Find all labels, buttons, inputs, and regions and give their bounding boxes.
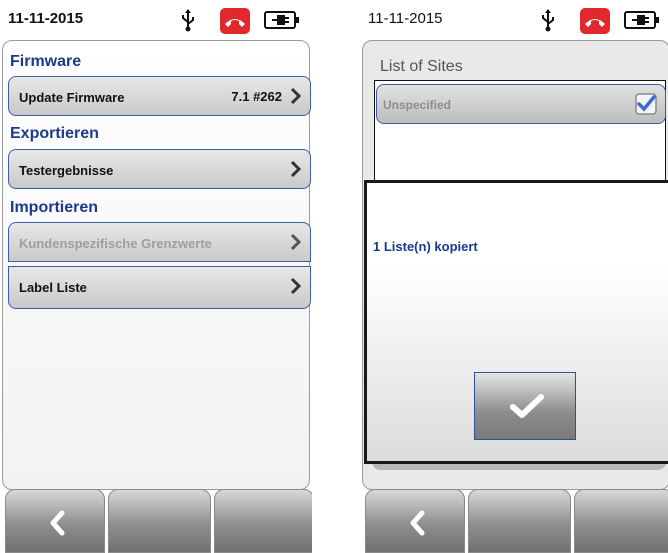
chevron-right-icon — [290, 277, 302, 295]
checkmark-icon — [510, 394, 544, 418]
firmware-screen: 11-11-2015 Firmware Update Firmware 7.1 … — [0, 0, 312, 553]
list-title: List of Sites — [380, 58, 463, 75]
test-results-label: Testergebnisse — [19, 163, 114, 178]
test-results-button[interactable]: Testergebnisse — [8, 149, 311, 189]
checkbox-checked-icon[interactable] — [635, 93, 657, 115]
custom-limits-label: Kundenspezifische Grenzwerte — [19, 236, 212, 251]
chevron-left-icon — [50, 510, 65, 536]
status-date: 11-11-2015 — [368, 10, 443, 27]
status-bar: 11-11-2015 — [360, 0, 668, 38]
usb-icon — [542, 9, 554, 32]
site-row-unspecified[interactable]: Unspecified — [376, 84, 666, 124]
softkey-2[interactable] — [108, 489, 211, 553]
back-button[interactable] — [5, 489, 105, 553]
label-list-label: Label Liste — [19, 280, 87, 295]
softkey-bar — [360, 489, 668, 553]
custom-limits-button[interactable]: Kundenspezifische Grenzwerte — [8, 222, 311, 262]
update-firmware-button[interactable]: Update Firmware 7.1 #262 — [8, 76, 311, 116]
back-button[interactable] — [365, 489, 465, 553]
phone-hangup-icon — [580, 8, 610, 34]
chevron-right-icon — [290, 87, 302, 105]
sites-screen: 11-11-2015 List of Sites Unspecified 1 L… — [360, 0, 668, 553]
chevron-left-icon — [410, 510, 425, 536]
section-export: Exportieren — [10, 125, 99, 142]
softkey-bar — [0, 489, 312, 553]
chevron-right-icon — [290, 160, 302, 178]
softkey-2[interactable] — [468, 489, 571, 553]
section-import: Importieren — [10, 199, 99, 216]
update-firmware-label: Update Firmware — [19, 90, 125, 105]
status-bar: 11-11-2015 — [0, 0, 312, 38]
battery-plug-icon — [624, 11, 659, 29]
softkey-3[interactable] — [574, 489, 668, 553]
battery-plug-icon — [264, 11, 299, 29]
label-list-button[interactable]: Label Liste — [8, 266, 311, 309]
firmware-version: 7.1 #262 — [231, 89, 282, 104]
ok-button[interactable] — [474, 372, 576, 440]
usb-icon — [182, 9, 194, 32]
softkey-3[interactable] — [214, 489, 312, 553]
phone-hangup-icon — [220, 8, 250, 34]
section-firmware: Firmware — [10, 53, 82, 70]
status-date: 11-11-2015 — [8, 10, 84, 27]
copy-confirmation-dialog: 1 Liste(n) kopiert — [364, 180, 668, 464]
chevron-right-icon — [290, 233, 302, 251]
site-label: Unspecified — [383, 98, 452, 112]
dialog-message: 1 Liste(n) kopiert — [373, 239, 478, 254]
